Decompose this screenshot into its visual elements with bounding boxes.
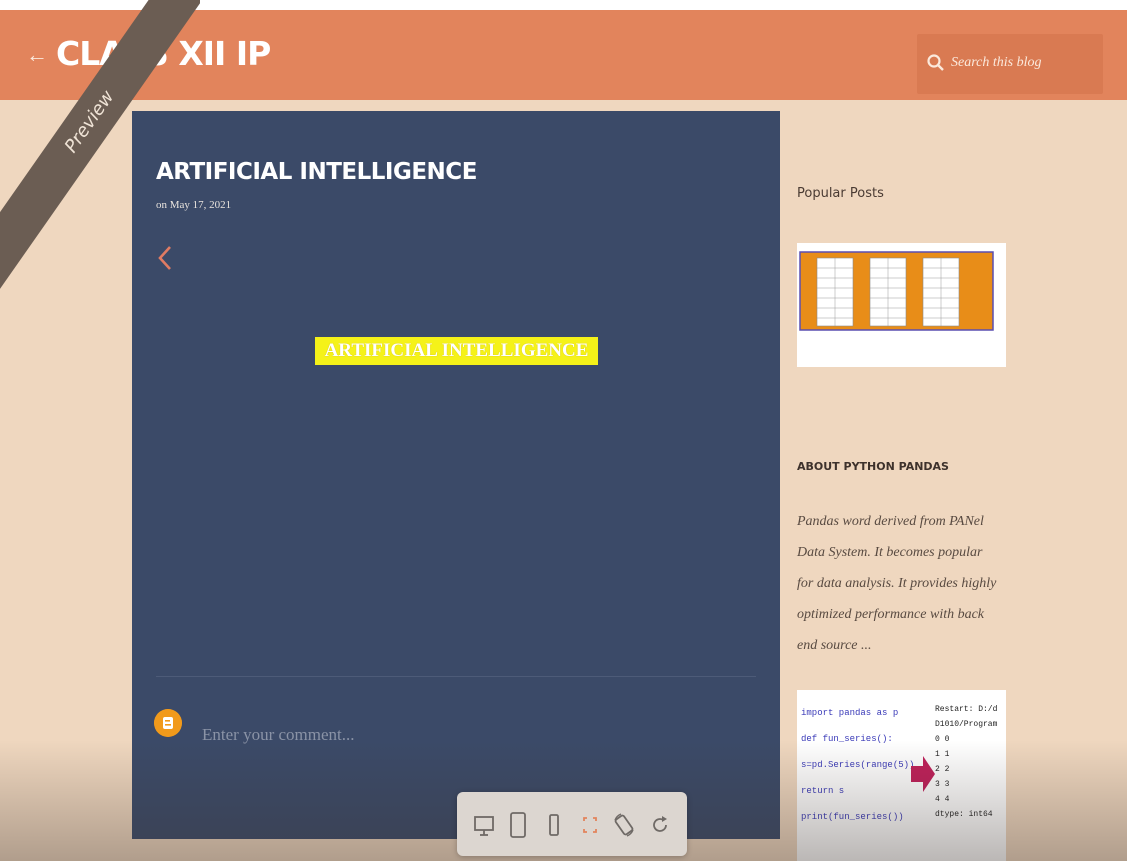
refresh-icon[interactable] xyxy=(647,810,673,840)
code-line: print(fun_series()) xyxy=(801,812,904,822)
output-line: 2 2 xyxy=(935,765,950,774)
output-line: Restart: D:/d xyxy=(935,705,998,714)
code-output-right: Restart: D:/d D1010/Program 0 0 1 1 2 2 … xyxy=(935,702,1005,822)
code-snippet-left: import pandas as p def fun_series(): s=p… xyxy=(801,700,915,830)
comment-input[interactable] xyxy=(202,721,722,749)
code-line: s=pd.Series(range(5)) xyxy=(801,760,915,770)
post-card: ARTIFICIAL INTELLIGENCE on May 17, 2021 … xyxy=(132,111,780,839)
search-input[interactable] xyxy=(951,50,1097,76)
popular-posts-heading: Popular Posts xyxy=(797,186,884,201)
comment-divider xyxy=(156,676,756,677)
search-box[interactable] xyxy=(917,34,1103,94)
fullscreen-icon[interactable] xyxy=(577,810,603,840)
arrow-right-icon xyxy=(911,756,935,792)
popular-post-thumbnail[interactable] xyxy=(797,243,1006,367)
about-pandas-snippet: Pandas word derived from PANel Data Syst… xyxy=(797,514,997,653)
output-line: 3 3 xyxy=(935,780,950,789)
blog-title[interactable]: CLASS XII IP xyxy=(56,34,271,73)
browser-top-strip xyxy=(0,0,1127,10)
popular-post-image xyxy=(797,243,1006,367)
output-line: 4 4 xyxy=(935,795,950,804)
code-line: import pandas as p xyxy=(801,708,899,718)
output-line: D1010/Program xyxy=(935,720,998,729)
output-line: dtype: int64 xyxy=(935,810,993,819)
share-icon[interactable] xyxy=(154,243,176,273)
output-line: 0 0 xyxy=(935,735,950,744)
device-preview-toolbar xyxy=(457,792,687,856)
tablet-icon[interactable] xyxy=(505,810,531,840)
mobile-icon[interactable] xyxy=(541,810,567,840)
post-date: on May 17, 2021 xyxy=(156,199,232,211)
post-title: ARTIFICIAL INTELLIGENCE xyxy=(156,159,477,185)
post-body-highlight: ARTIFICIAL INTELLIGENCE xyxy=(315,337,598,365)
output-line: 1 1 xyxy=(935,750,950,759)
rotate-icon[interactable] xyxy=(611,810,637,840)
pandas-post-thumbnail[interactable]: import pandas as p def fun_series(): s=p… xyxy=(797,690,1006,861)
back-arrow-icon[interactable]: ← xyxy=(24,42,50,68)
desktop-icon[interactable] xyxy=(471,810,497,840)
code-line: return s xyxy=(801,786,845,796)
blog-header: ← CLASS XII IP xyxy=(0,10,1127,100)
about-pandas-heading[interactable]: ABOUT PYTHON PANDAS xyxy=(797,460,949,473)
blogger-avatar-icon xyxy=(154,709,182,737)
search-icon[interactable] xyxy=(925,52,947,74)
code-line: def fun_series(): xyxy=(801,734,893,744)
